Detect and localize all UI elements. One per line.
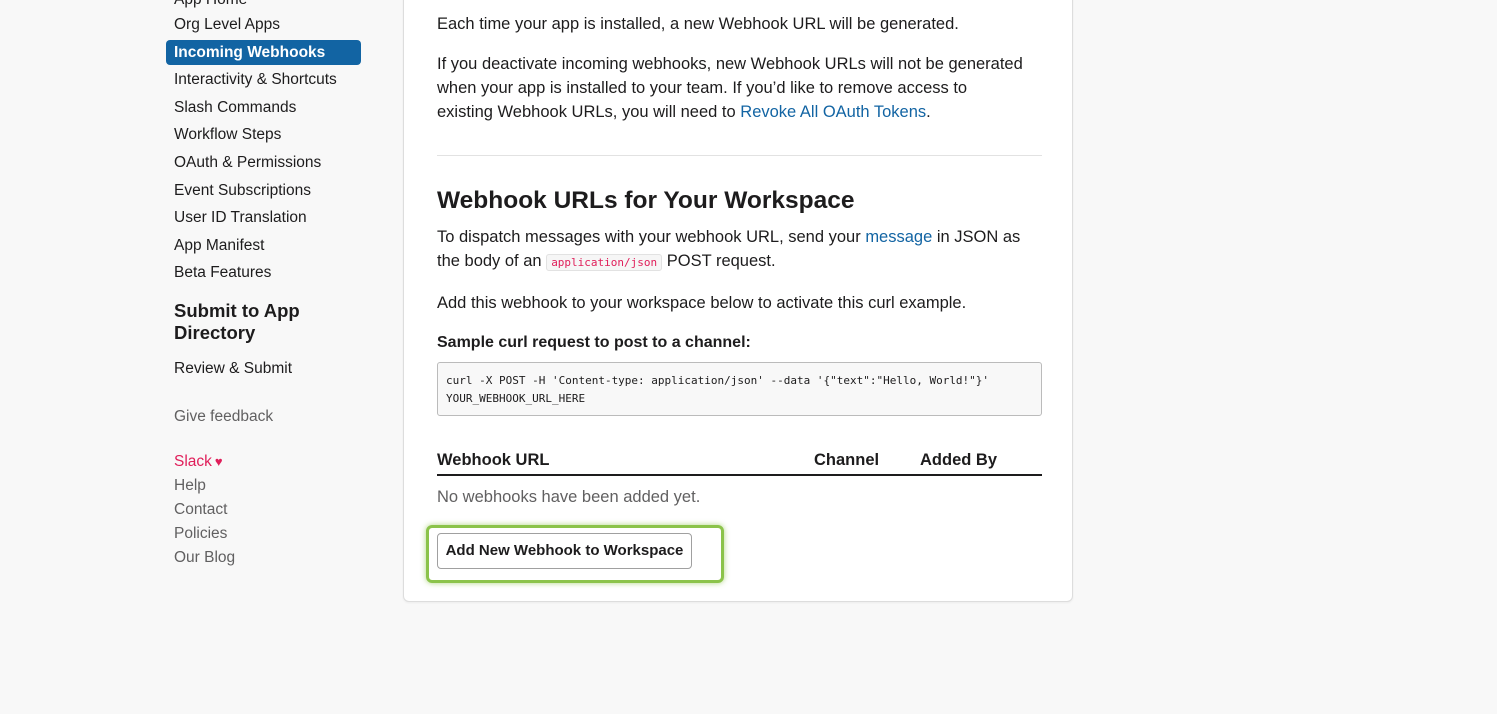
main-card: Each time your app is installed, a new W…: [403, 0, 1073, 602]
deactivate-paragraph: If you deactivate incoming webhooks, new…: [437, 52, 1027, 124]
sidebar-item-slash-commands[interactable]: Slash Commands: [166, 95, 366, 120]
sidebar-item-org-level-apps[interactable]: Org Level Apps: [166, 12, 366, 37]
give-feedback-link[interactable]: Give feedback: [166, 408, 366, 426]
heart-icon: ♥: [214, 454, 223, 470]
sample-curl-label: Sample curl request to post to a channel…: [437, 334, 751, 351]
column-added-by: Added By: [920, 451, 998, 469]
dispatch-paragraph: To dispatch messages with your webhook U…: [437, 225, 1037, 275]
submit-section-title: Submit to App Directory: [174, 300, 300, 344]
section-divider: [437, 155, 1042, 156]
content-type-code: application/json: [546, 254, 663, 271]
sidebar-item-event-subscriptions[interactable]: Event Subscriptions: [166, 178, 366, 203]
help-link[interactable]: Help: [174, 474, 366, 498]
deactivate-text: If you deactivate incoming webhooks, new…: [437, 55, 1023, 121]
sidebar-item-review-submit[interactable]: Review & Submit: [166, 356, 366, 381]
slack-link[interactable]: Slack ♥: [174, 450, 366, 474]
curl-code-block: curl -X POST -H 'Content-type: applicati…: [437, 362, 1042, 416]
slack-link-label: Slack: [174, 453, 212, 471]
add-webhook-text: Add this webhook to your workspace below…: [437, 294, 967, 312]
sidebar-item-incoming-webhooks[interactable]: Incoming Webhooks: [166, 39, 361, 65]
sidebar-footer-links: Slack ♥ Help Contact Policies Our Blog: [166, 450, 366, 570]
column-webhook-url: Webhook URL: [437, 451, 550, 469]
add-new-webhook-button[interactable]: Add New Webhook to Workspace: [437, 533, 692, 569]
sidebar-item-oauth-permissions[interactable]: OAuth & Permissions: [166, 150, 366, 175]
sidebar-item-user-id-translation[interactable]: User ID Translation: [166, 205, 366, 230]
empty-webhooks-message: No webhooks have been added yet.: [437, 488, 701, 506]
webhooks-table-header: Webhook URL Channel Added By: [437, 445, 1042, 476]
sidebar-item-app-home[interactable]: App Home: [166, 0, 247, 12]
revoke-tokens-link[interactable]: Revoke All OAuth Tokens: [740, 103, 926, 121]
sidebar-item-interactivity-shortcuts[interactable]: Interactivity & Shortcuts: [166, 67, 366, 92]
sidebar-item-beta-features[interactable]: Beta Features: [166, 260, 366, 285]
blog-link[interactable]: Our Blog: [174, 546, 366, 570]
section-title: Webhook URLs for Your Workspace: [437, 187, 855, 214]
sidebar-item-app-manifest[interactable]: App Manifest: [166, 233, 366, 258]
sidebar-item-workflow-steps[interactable]: Workflow Steps: [166, 122, 366, 147]
dispatch-text-3: POST request.: [666, 252, 776, 270]
deactivate-period: .: [926, 103, 931, 121]
intro-text: Each time your app is installed, a new W…: [437, 15, 959, 33]
policies-link[interactable]: Policies: [174, 522, 366, 546]
message-link[interactable]: message: [865, 228, 932, 246]
column-channel: Channel: [814, 451, 880, 469]
dispatch-text-1: To dispatch messages with your webhook U…: [437, 228, 861, 246]
contact-link[interactable]: Contact: [174, 498, 366, 522]
